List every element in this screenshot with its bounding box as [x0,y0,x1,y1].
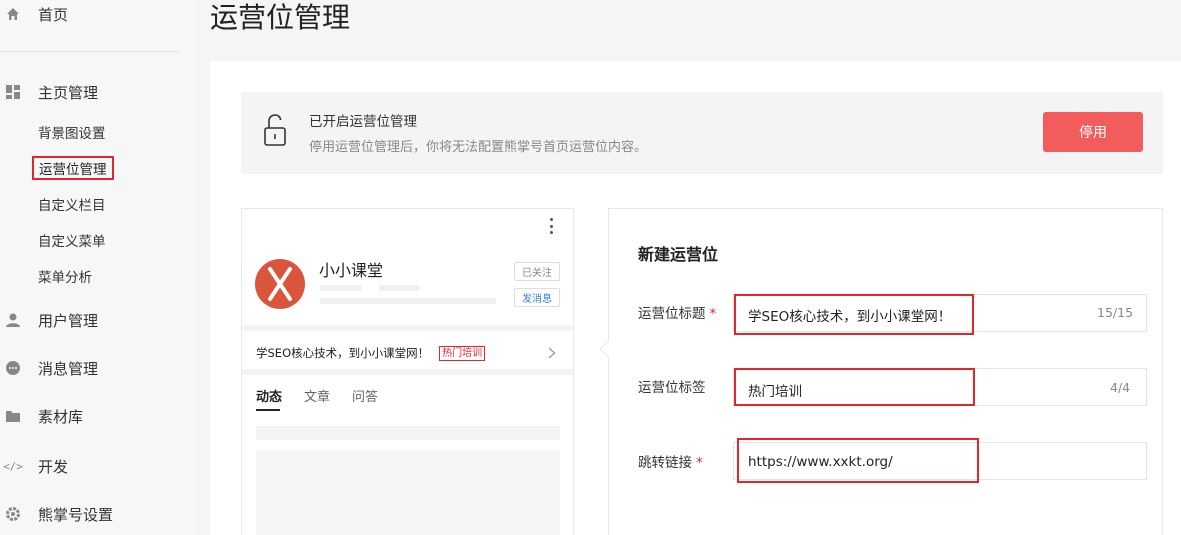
highlight-box [737,438,979,483]
sidebar-item-custom-column[interactable]: 自定义栏目 [38,194,106,214]
tag-label: 运营位标签 [638,376,706,396]
follow-button[interactable]: 已关注 [514,262,560,281]
nav-home-label: 首页 [38,5,69,24]
title-label-text: 运营位标题 [638,306,706,322]
title-label: 运营位标题 * [638,302,716,322]
promo-text: 学SEO核心技术，到小小课堂网！ [256,346,430,360]
link-label-text: 跳转链接 [638,455,692,471]
nav-dev[interactable]: </> 开发 [0,453,68,479]
sidebar-item-custom-menu[interactable]: 自定义菜单 [38,230,106,250]
promo-tag: 热门培训 [439,345,486,361]
disable-button[interactable]: 停用 [1043,112,1143,152]
form-title: 新建运营位 [638,245,719,264]
nav-account-settings-label: 熊掌号设置 [38,505,114,524]
tag-char-count: 4/4 [1110,380,1131,395]
nav-material[interactable]: 素材库 [0,403,83,429]
divider [242,325,573,331]
promo-slot[interactable]: 学SEO核心技术，到小小课堂网！ 热门培训 [256,345,486,361]
required-mark: * [709,306,717,322]
nav-user-mgmt[interactable]: 用户管理 [0,307,98,333]
divider [242,369,573,375]
sidebar-item-operation-slot[interactable]: 运营位管理 [32,156,114,180]
nav-account-settings[interactable]: 熊掌号设置 [0,501,113,527]
user-icon [6,313,20,327]
nav-dev-label: 开发 [38,457,69,476]
nav-msg-mgmt[interactable]: 消息管理 [0,355,98,381]
tab-underline [256,409,280,411]
notice-desc: 停用运营位管理后，你将无法配置熊掌号首页运营位内容。 [309,140,648,155]
highlight-box [734,368,975,406]
tab-dynamic[interactable]: 动态 [256,386,282,405]
title-char-count: 15/15 [1097,305,1134,320]
sidebar-item-background[interactable]: 背景图设置 [38,122,106,142]
avatar [255,259,305,309]
placeholder-line [320,298,496,304]
dashboard-icon [6,85,20,99]
status-notice [241,92,1163,174]
tag-label-text: 运营位标签 [638,380,706,396]
content-placeholder [256,450,560,535]
nav-home[interactable]: 首页 [0,1,68,27]
folder-icon [6,409,20,423]
notice-title: 已开启运营位管理 [309,114,417,130]
message-icon [6,361,20,375]
tab-qa[interactable]: 问答 [352,386,378,405]
brand-name: 小小课堂 [319,261,384,280]
preview-tabs: 动态 文章 问答 [256,386,400,405]
placeholder-line [320,285,362,291]
nav-user-mgmt-label: 用户管理 [38,311,99,330]
more-icon[interactable] [549,218,553,234]
link-label: 跳转链接 * [638,451,703,471]
nav-homepage-mgmt-label: 主页管理 [38,83,99,102]
required-mark: * [696,455,703,471]
nav-homepage-mgmt[interactable]: 主页管理 [0,79,98,105]
highlight-box [734,294,974,335]
sidebar-item-menu-analysis[interactable]: 菜单分析 [38,266,92,286]
chevron-right-icon [548,347,556,362]
tab-articles[interactable]: 文章 [304,386,330,405]
content-placeholder [256,426,560,440]
nav-material-label: 素材库 [38,407,84,426]
send-message-button[interactable]: 发消息 [514,288,560,307]
unlock-icon [263,113,287,147]
gear-icon [6,507,20,521]
placeholder-line [379,285,419,291]
home-icon [6,7,20,21]
nav-msg-mgmt-label: 消息管理 [38,359,99,378]
page-title: 运营位管理 [210,1,351,34]
code-icon: </> [3,459,23,473]
